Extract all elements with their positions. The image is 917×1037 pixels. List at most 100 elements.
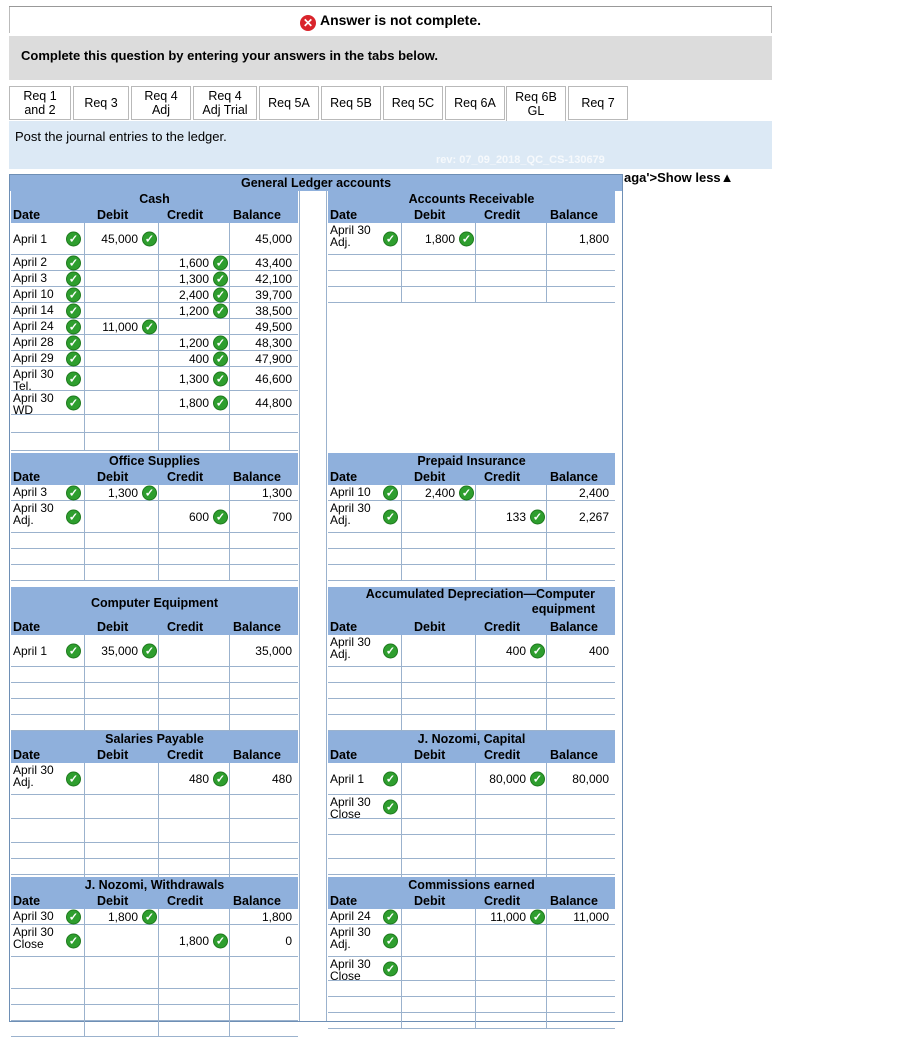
empty-cell[interactable] bbox=[402, 683, 476, 698]
empty-cell[interactable] bbox=[85, 1005, 159, 1020]
credit-cell[interactable] bbox=[159, 635, 230, 666]
empty-cell[interactable] bbox=[159, 989, 230, 1004]
credit-cell[interactable]: 1,600 ✓ bbox=[159, 255, 230, 270]
empty-cell[interactable] bbox=[402, 859, 476, 874]
debit-cell[interactable] bbox=[85, 351, 159, 366]
empty-cell[interactable] bbox=[85, 699, 159, 714]
credit-cell[interactable]: 1,800 ✓ bbox=[159, 925, 230, 956]
date-cell[interactable]: April 30 Tel. ✓ bbox=[11, 367, 85, 392]
empty-cell[interactable] bbox=[159, 795, 230, 818]
empty-cell[interactable] bbox=[476, 271, 547, 286]
credit-cell[interactable] bbox=[159, 909, 230, 924]
empty-cell[interactable] bbox=[85, 843, 159, 858]
debit-cell[interactable] bbox=[402, 501, 476, 532]
empty-cell[interactable] bbox=[11, 415, 85, 432]
empty-cell[interactable] bbox=[159, 859, 230, 874]
empty-cell[interactable] bbox=[85, 957, 159, 988]
empty-cell[interactable] bbox=[11, 989, 85, 1004]
debit-cell[interactable] bbox=[85, 271, 159, 286]
empty-cell[interactable] bbox=[547, 981, 615, 996]
empty-cell[interactable] bbox=[85, 795, 159, 818]
empty-cell[interactable] bbox=[159, 549, 230, 564]
date-cell[interactable]: April 10 ✓ bbox=[11, 287, 85, 302]
empty-cell[interactable] bbox=[11, 699, 85, 714]
empty-cell[interactable] bbox=[159, 533, 230, 548]
credit-cell[interactable] bbox=[476, 925, 547, 956]
empty-cell[interactable] bbox=[230, 1005, 298, 1020]
credit-cell[interactable]: 1,800 ✓ bbox=[159, 391, 230, 414]
debit-cell[interactable] bbox=[85, 303, 159, 318]
empty-cell[interactable] bbox=[230, 715, 298, 730]
date-cell[interactable]: April 1 ✓ bbox=[11, 223, 85, 254]
empty-cell[interactable] bbox=[230, 683, 298, 698]
empty-cell[interactable] bbox=[402, 997, 476, 1012]
tab-req-6a[interactable]: Req 6A bbox=[445, 86, 505, 120]
debit-cell[interactable]: 45,000 ✓ bbox=[85, 223, 159, 254]
empty-cell[interactable] bbox=[230, 795, 298, 818]
empty-cell[interactable] bbox=[547, 287, 615, 302]
debit-cell[interactable]: 2,400 ✓ bbox=[402, 485, 476, 500]
credit-cell[interactable]: 1,200 ✓ bbox=[159, 335, 230, 350]
empty-cell[interactable] bbox=[328, 533, 402, 548]
empty-cell[interactable] bbox=[547, 255, 615, 270]
credit-cell[interactable] bbox=[476, 795, 547, 818]
empty-cell[interactable] bbox=[547, 715, 615, 730]
empty-cell[interactable] bbox=[85, 989, 159, 1004]
credit-cell[interactable]: 1,200 ✓ bbox=[159, 303, 230, 318]
debit-cell[interactable]: 11,000 ✓ bbox=[85, 319, 159, 334]
empty-cell[interactable] bbox=[328, 255, 402, 270]
date-cell[interactable]: April 24 ✓ bbox=[328, 909, 402, 924]
empty-cell[interactable] bbox=[328, 1013, 402, 1028]
empty-cell[interactable] bbox=[230, 433, 298, 450]
date-cell[interactable]: April 10 ✓ bbox=[328, 485, 402, 500]
empty-cell[interactable] bbox=[159, 667, 230, 682]
empty-cell[interactable] bbox=[328, 565, 402, 580]
debit-cell[interactable]: 35,000 ✓ bbox=[85, 635, 159, 666]
empty-cell[interactable] bbox=[476, 715, 547, 730]
date-cell[interactable]: April 30 ✓ bbox=[11, 909, 85, 924]
date-cell[interactable]: April 30 Adj. ✓ bbox=[328, 223, 402, 254]
empty-cell[interactable] bbox=[230, 989, 298, 1004]
empty-cell[interactable] bbox=[11, 667, 85, 682]
empty-cell[interactable] bbox=[328, 819, 402, 834]
empty-cell[interactable] bbox=[159, 699, 230, 714]
empty-cell[interactable] bbox=[159, 683, 230, 698]
empty-cell[interactable] bbox=[547, 565, 615, 580]
debit-cell[interactable] bbox=[85, 391, 159, 414]
credit-cell[interactable]: 480 ✓ bbox=[159, 763, 230, 794]
empty-cell[interactable] bbox=[11, 819, 85, 842]
date-cell[interactable]: April 30 Adj. ✓ bbox=[11, 501, 85, 532]
date-cell[interactable]: April 30 Adj. ✓ bbox=[328, 501, 402, 532]
empty-cell[interactable] bbox=[159, 843, 230, 858]
empty-cell[interactable] bbox=[547, 699, 615, 714]
empty-cell[interactable] bbox=[476, 549, 547, 564]
empty-cell[interactable] bbox=[476, 533, 547, 548]
debit-cell[interactable] bbox=[85, 925, 159, 956]
empty-cell[interactable] bbox=[547, 533, 615, 548]
empty-cell[interactable] bbox=[85, 683, 159, 698]
empty-cell[interactable] bbox=[159, 819, 230, 842]
date-cell[interactable]: April 30 WD ✓ bbox=[11, 391, 85, 416]
debit-cell[interactable]: 1,300 ✓ bbox=[85, 485, 159, 500]
empty-cell[interactable] bbox=[328, 835, 402, 858]
tab-req-3[interactable]: Req 3 bbox=[73, 86, 129, 120]
tab-req-4-adj-trial[interactable]: Req 4 Adj Trial bbox=[193, 86, 257, 120]
credit-cell[interactable]: 1,300 ✓ bbox=[159, 271, 230, 286]
debit-cell[interactable] bbox=[402, 909, 476, 924]
debit-cell[interactable] bbox=[85, 763, 159, 794]
credit-cell[interactable]: 600 ✓ bbox=[159, 501, 230, 532]
empty-cell[interactable] bbox=[476, 835, 547, 858]
empty-cell[interactable] bbox=[402, 819, 476, 834]
empty-cell[interactable] bbox=[402, 271, 476, 286]
empty-cell[interactable] bbox=[402, 981, 476, 996]
empty-cell[interactable] bbox=[547, 1013, 615, 1028]
empty-cell[interactable] bbox=[11, 843, 85, 858]
empty-cell[interactable] bbox=[85, 1021, 159, 1036]
empty-cell[interactable] bbox=[11, 433, 85, 450]
empty-cell[interactable] bbox=[328, 271, 402, 286]
date-cell[interactable]: April 30 Close ✓ bbox=[328, 957, 402, 982]
empty-cell[interactable] bbox=[11, 683, 85, 698]
date-cell[interactable]: April 14 ✓ bbox=[11, 303, 85, 318]
empty-cell[interactable] bbox=[402, 667, 476, 682]
empty-cell[interactable] bbox=[402, 715, 476, 730]
